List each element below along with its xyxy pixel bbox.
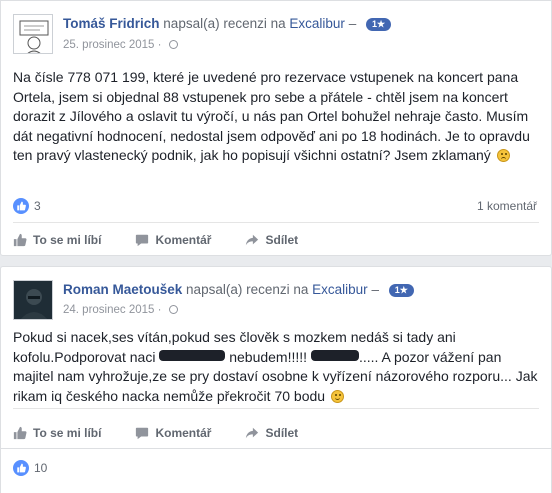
review-verb: napsal(a) recenzi na	[163, 16, 286, 31]
like-count: 3	[34, 199, 41, 213]
share-icon	[246, 427, 259, 439]
comment-button[interactable]: Komentář	[135, 426, 211, 440]
rating-badge: 1★	[388, 284, 414, 297]
like-summary[interactable]: 10	[13, 460, 47, 476]
like-button[interactable]: To se mi líbí	[13, 426, 101, 440]
separator: –	[348, 16, 357, 31]
globe-icon	[168, 40, 178, 49]
review-card: Roman Maetoušek napsal(a) recenzi na Exc…	[0, 266, 552, 493]
avatar[interactable]	[13, 14, 53, 54]
like-summary[interactable]: 3	[13, 198, 41, 214]
action-bar: To se mi líbí Komentář Sdílet	[13, 426, 332, 440]
thumbs-up-icon	[13, 426, 27, 440]
like-label: To se mi líbí	[33, 426, 102, 440]
review-body: Na čísle 778 071 199, které je uvedené p…	[13, 69, 530, 163]
review-text: Pokud si nacek,ses vítán,pokud ses člově…	[13, 328, 543, 406]
globe-icon	[168, 305, 178, 314]
review-verb: napsal(a) recenzi na	[186, 282, 309, 297]
like-label: To se mi líbí	[33, 233, 102, 247]
frown-emoji-icon	[496, 149, 510, 162]
date-text[interactable]: 24. prosinec 2015	[63, 304, 154, 316]
share-icon	[246, 234, 259, 246]
thumbs-up-icon	[13, 233, 27, 247]
smile-emoji-icon	[330, 389, 344, 403]
like-reaction-icon	[13, 460, 29, 476]
page-link[interactable]: Excalibur	[312, 282, 368, 297]
share-label: Sdílet	[265, 426, 299, 440]
author-name[interactable]: Tomáš Fridrich	[63, 16, 160, 31]
comment-icon	[136, 427, 149, 440]
date-text[interactable]: 25. prosinec 2015	[63, 39, 154, 51]
share-button[interactable]: Sdílet	[245, 426, 298, 440]
divider	[13, 408, 539, 409]
comment-icon	[136, 234, 149, 247]
date-separator: ·	[157, 39, 162, 51]
review-text: Na čísle 778 071 199, které je uvedené p…	[13, 68, 543, 166]
review-header: Tomáš Fridrich napsal(a) recenzi na Exca…	[63, 16, 392, 31]
post-date: 24. prosinec 2015 ·	[63, 304, 178, 316]
divider	[13, 222, 539, 223]
post-date: 25. prosinec 2015 ·	[63, 39, 178, 51]
avatar[interactable]	[13, 280, 53, 320]
page-link[interactable]: Excalibur	[289, 16, 345, 31]
comment-label: Komentář	[155, 426, 212, 440]
comment-count[interactable]: 1 komentář	[477, 199, 537, 213]
comment-button[interactable]: Komentář	[135, 233, 211, 247]
comment-label: Komentář	[155, 233, 212, 247]
redaction-mark	[159, 349, 226, 361]
like-reaction-icon	[13, 198, 29, 214]
review-header: Roman Maetoušek napsal(a) recenzi na Exc…	[63, 282, 414, 297]
divider	[1, 448, 551, 449]
share-label: Sdílet	[265, 233, 299, 247]
action-bar: To se mi líbí Komentář Sdílet	[13, 233, 332, 247]
rating-badge: 1★	[365, 18, 392, 31]
author-name[interactable]: Roman Maetoušek	[63, 282, 182, 297]
redaction-mark	[310, 349, 359, 361]
share-button[interactable]: Sdílet	[245, 233, 298, 247]
date-separator: ·	[157, 304, 162, 316]
separator: –	[371, 282, 379, 297]
like-count: 10	[34, 461, 48, 475]
review-body-part2: nebudem!!!!!	[229, 348, 308, 365]
review-card: Tomáš Fridrich napsal(a) recenzi na Exca…	[0, 0, 552, 256]
like-button[interactable]: To se mi líbí	[13, 233, 101, 247]
